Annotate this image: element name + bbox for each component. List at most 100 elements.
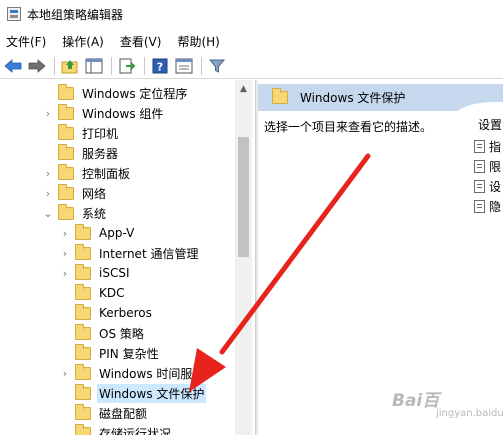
tree-item[interactable]: › 控制面板 [42, 163, 132, 183]
setting-label: 隐 [489, 199, 502, 214]
tree-item[interactable]: Windows 定位程序 [42, 83, 189, 103]
folder-icon [75, 383, 91, 400]
tree-item-label: Windows 定位程序 [82, 86, 188, 101]
tree-item[interactable]: › Windows 组件 [42, 103, 165, 123]
details-header: Windows 文件保护 [258, 84, 503, 115]
tree-item-label: iSCSI [99, 266, 130, 280]
tree-item[interactable]: PIN 复杂性 [59, 343, 161, 363]
menu-help[interactable]: 帮助(H) [171, 33, 225, 50]
tree-item[interactable]: › Windows 时间服务 [59, 363, 206, 383]
tree-expander-icon[interactable] [59, 423, 71, 435]
tree-item-label: 服务器 [82, 146, 119, 161]
folder-icon [58, 183, 74, 200]
tree-item[interactable]: KDC [59, 283, 127, 303]
description-text: 选择一个项目来查看它的描述。 [264, 120, 433, 134]
tree-item[interactable]: 存储运行状况 [59, 423, 173, 435]
filter-icon[interactable] [206, 55, 228, 77]
tree-expander-icon[interactable] [42, 143, 54, 163]
tree-item[interactable]: 打印机 [42, 123, 120, 143]
tree-expander-icon[interactable]: › [42, 103, 54, 123]
policy-setting-icon [474, 159, 485, 173]
tree-item-windows-file-protection[interactable]: Windows 文件保护 [59, 383, 207, 403]
up-folder-icon[interactable] [59, 55, 81, 77]
menu-bar: 文件(F) 操作(A) 查看(V) 帮助(H) [0, 30, 503, 52]
folder-icon [75, 403, 91, 420]
toolbar-separator [111, 56, 112, 75]
tree-item-label: 网络 [82, 186, 107, 201]
tree-expander-icon[interactable] [59, 283, 71, 303]
group-policy-app-icon [7, 7, 21, 21]
menu-action[interactable]: 操作(A) [56, 33, 110, 50]
tree-item-label: 控制面板 [82, 166, 131, 181]
menu-file[interactable]: 文件(F) [0, 33, 52, 50]
folder-icon [75, 283, 91, 300]
title-bar: 本地组策略编辑器 [0, 0, 503, 28]
toolbar-separator [144, 56, 145, 75]
folder-icon [75, 263, 91, 280]
tree-item[interactable]: Kerberos [59, 303, 154, 323]
watermark-url: jingyan.baidu.com [436, 408, 503, 419]
folder-icon [75, 423, 91, 435]
tree-item-label: App-V [99, 226, 135, 240]
tree-item-label: KDC [99, 286, 125, 300]
tree-expander-icon[interactable]: › [59, 223, 71, 243]
back-icon[interactable] [2, 55, 24, 77]
folder-icon [75, 323, 91, 340]
tree-expander-icon[interactable]: › [59, 263, 71, 283]
tree-item-label: OS 策略 [99, 326, 144, 341]
menu-view[interactable]: 查看(V) [114, 33, 168, 50]
watermark-brand: Bai百 [392, 391, 440, 411]
tree-item-label: Windows 时间服务 [99, 366, 205, 381]
tree-scrollbar[interactable]: ▲ [235, 80, 252, 435]
folder-icon [58, 203, 74, 220]
tree-expander-icon[interactable] [59, 323, 71, 343]
tree-item[interactable]: › Internet 通信管理 [59, 243, 200, 263]
folder-icon [58, 163, 74, 180]
tree-item-label: PIN 复杂性 [99, 346, 159, 361]
scroll-thumb[interactable] [238, 137, 249, 257]
tree-item[interactable]: › iSCSI [59, 263, 132, 283]
tree-item-label: Kerberos [99, 306, 152, 320]
scroll-up-arrow-icon[interactable]: ▲ [235, 80, 252, 97]
tree-expander-icon[interactable]: › [59, 243, 71, 263]
tree-expander-icon[interactable] [59, 303, 71, 323]
tree-expander-icon[interactable]: ⌄ [42, 203, 54, 223]
properties-icon[interactable] [173, 55, 195, 77]
tree-item-system[interactable]: ⌄ 系统 [42, 203, 108, 223]
setting-row[interactable]: 限 [474, 156, 501, 176]
tree-expander-icon[interactable] [59, 403, 71, 423]
tree-item[interactable]: › App-V [59, 223, 136, 243]
tree-item-label: 系统 [82, 206, 107, 221]
tree-expander-icon[interactable] [59, 383, 71, 403]
tree-item[interactable]: OS 策略 [59, 323, 146, 343]
forward-icon[interactable] [26, 55, 48, 77]
tree-item[interactable]: 磁盘配额 [59, 403, 149, 423]
setting-row[interactable]: 指 [474, 136, 501, 156]
export-list-icon[interactable] [116, 55, 138, 77]
setting-label: 设 [489, 179, 502, 194]
tree-item[interactable]: 服务器 [42, 143, 120, 163]
tree-expander-icon[interactable] [42, 83, 54, 103]
folder-icon [75, 243, 91, 260]
help-icon[interactable]: ? [149, 55, 171, 77]
policy-setting-icon [474, 139, 485, 153]
details-pane: Windows 文件保护 选择一个项目来查看它的描述。 设置 指 限 设 隐 [258, 80, 503, 435]
policy-setting-icon [474, 199, 485, 213]
folder-icon [272, 88, 288, 104]
tree-expander-icon[interactable]: › [59, 363, 71, 383]
folder-icon [58, 123, 74, 140]
settings-column-header[interactable]: 设置 [478, 116, 502, 133]
tree-expander-icon[interactable] [59, 343, 71, 363]
folder-icon [58, 103, 74, 120]
tree-item[interactable]: › 网络 [42, 183, 108, 203]
tree-expander-icon[interactable]: › [42, 163, 54, 183]
tree-item-label: 存储运行状况 [99, 426, 172, 435]
setting-row[interactable]: 隐 [474, 196, 501, 216]
setting-row[interactable]: 设 [474, 176, 501, 196]
window-title: 本地组策略编辑器 [27, 7, 124, 22]
folder-icon [75, 223, 91, 240]
tree-expander-icon[interactable] [42, 123, 54, 143]
show-hide-tree-icon[interactable] [83, 55, 105, 77]
tree-expander-icon[interactable]: › [42, 183, 54, 203]
folder-icon [75, 303, 91, 320]
